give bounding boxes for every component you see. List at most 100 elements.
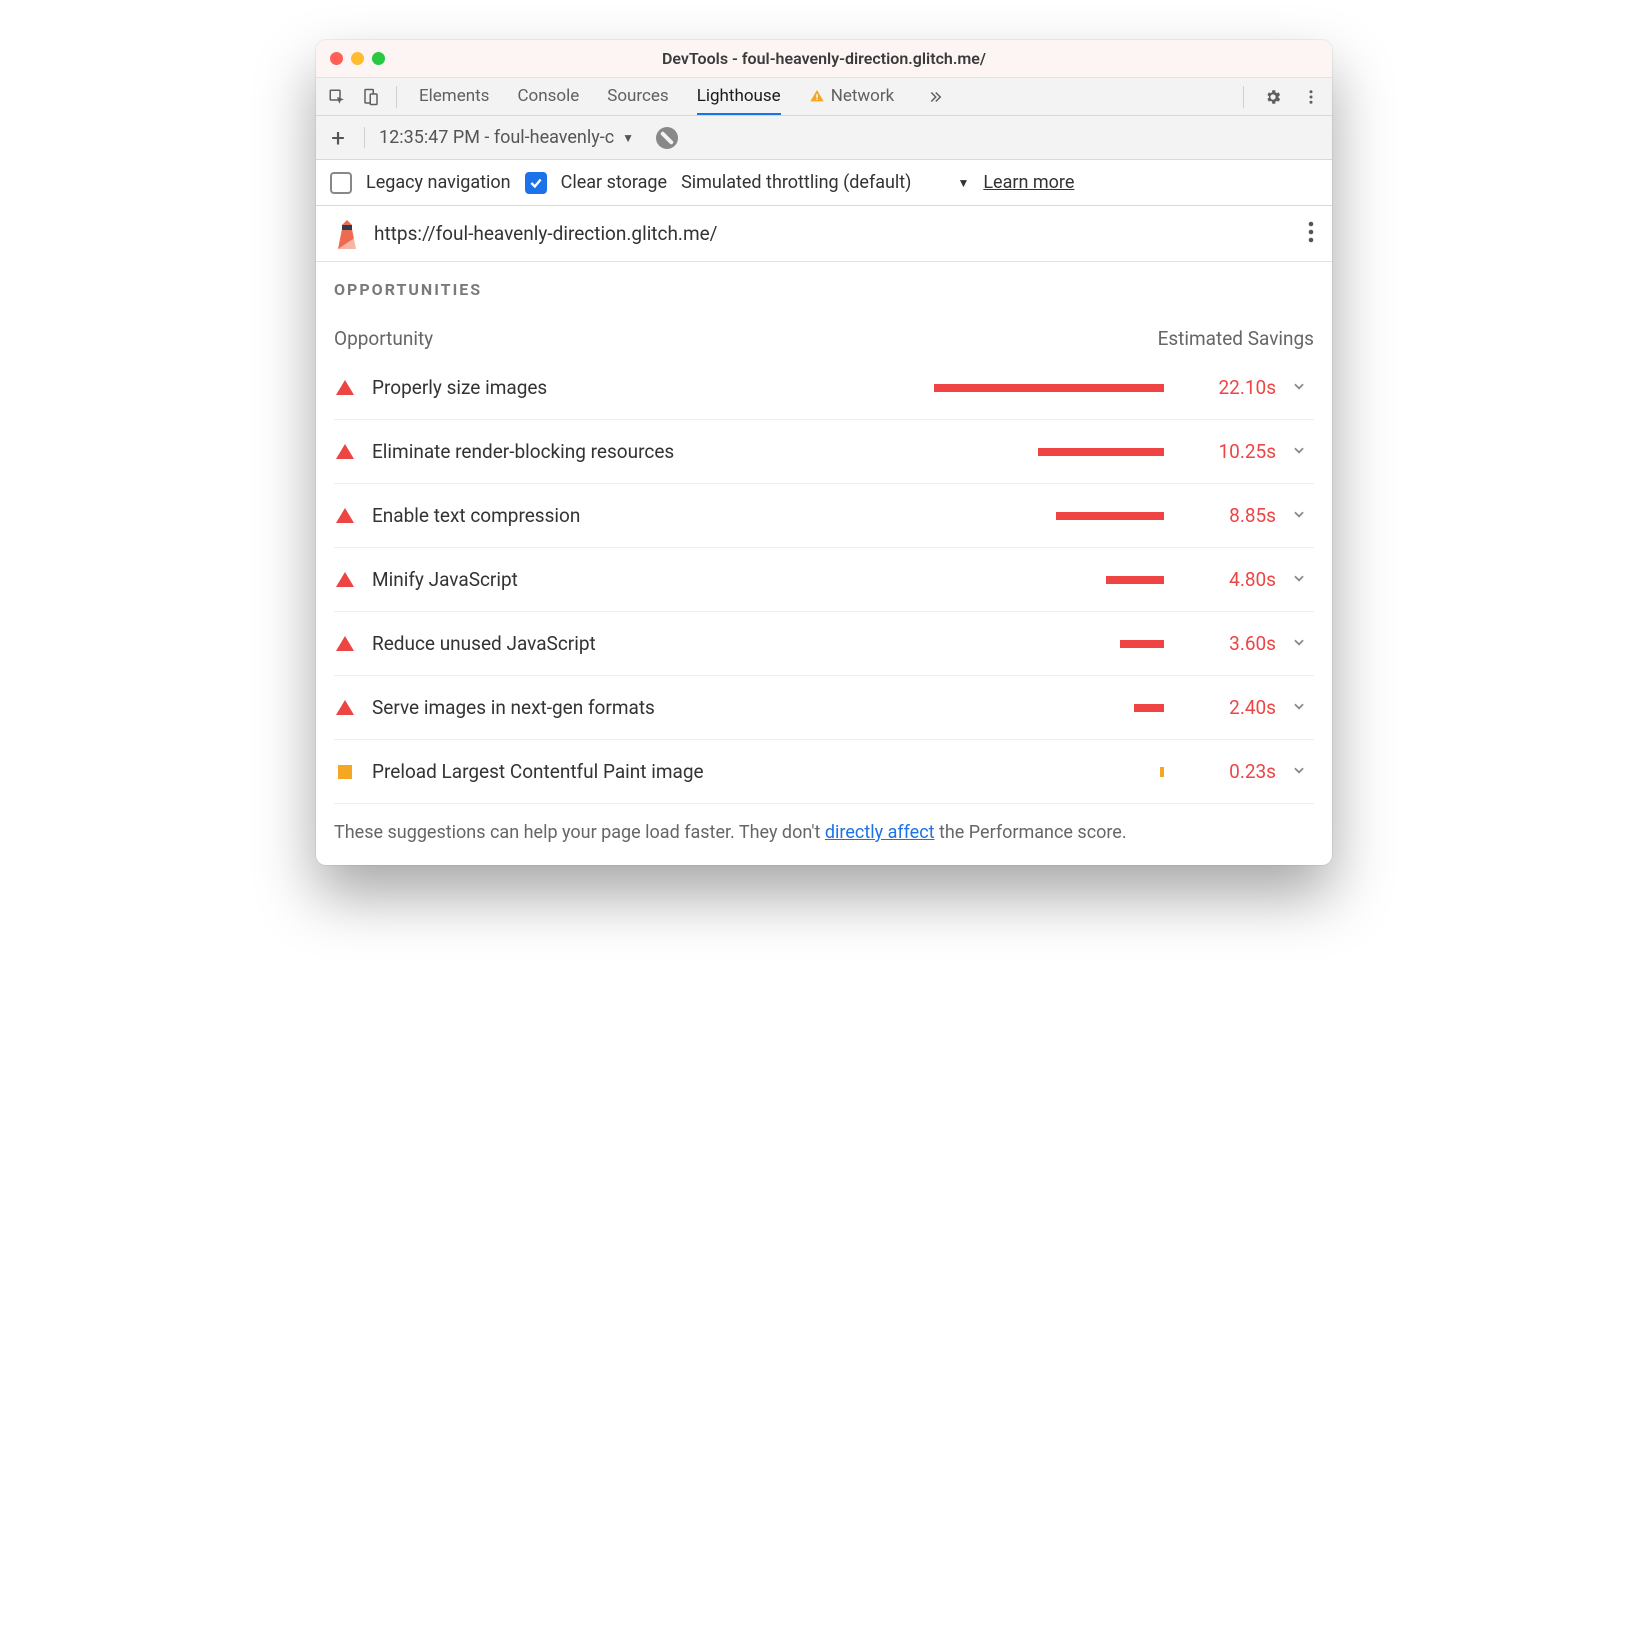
opportunity-label: Properly size images bbox=[372, 376, 547, 399]
opportunity-row[interactable]: Reduce unused JavaScript 3.60s bbox=[334, 612, 1314, 676]
clear-all-icon[interactable] bbox=[656, 127, 678, 149]
savings-value: 8.85s bbox=[1186, 504, 1276, 527]
tab-sources[interactable]: Sources bbox=[607, 78, 668, 115]
savings-bar bbox=[1160, 767, 1164, 777]
tabstrip-right bbox=[1239, 84, 1324, 110]
chevron-down-icon[interactable] bbox=[1292, 570, 1314, 589]
tab-elements[interactable]: Elements bbox=[419, 78, 489, 115]
savings-value: 0.23s bbox=[1186, 760, 1276, 783]
chevron-down-icon[interactable] bbox=[1292, 442, 1314, 461]
section-title: OPPORTUNITIES bbox=[334, 280, 1314, 299]
tab-lighthouse[interactable]: Lighthouse bbox=[697, 78, 781, 115]
window-title: DevTools - foul-heavenly-direction.glitc… bbox=[316, 49, 1332, 68]
chevron-down-icon[interactable] bbox=[1292, 762, 1314, 781]
learn-more-link[interactable]: Learn more bbox=[983, 172, 1074, 193]
dropdown-icon: ▼ bbox=[622, 131, 634, 145]
savings-bar bbox=[934, 384, 1164, 392]
legacy-navigation-label: Legacy navigation bbox=[366, 172, 511, 193]
savings-bar-wrap bbox=[690, 448, 1170, 456]
clear-storage-checkbox[interactable] bbox=[525, 172, 547, 194]
savings-bar-wrap bbox=[612, 640, 1170, 648]
savings-value: 10.25s bbox=[1186, 440, 1276, 463]
new-report-button[interactable]: + bbox=[326, 124, 350, 152]
chevron-down-icon[interactable] bbox=[1292, 506, 1314, 525]
lighthouse-icon bbox=[334, 219, 360, 249]
report-menu-icon[interactable] bbox=[1308, 221, 1314, 247]
devtools-tabstrip: Elements Console Sources Lighthouse Netw… bbox=[316, 78, 1332, 116]
throttling-label: Simulated throttling (default) bbox=[681, 172, 911, 193]
savings-bar-wrap bbox=[596, 512, 1170, 520]
panel-tabs: Elements Console Sources Lighthouse Netw… bbox=[419, 78, 948, 115]
opportunity-label: Preload Largest Contentful Paint image bbox=[372, 760, 704, 783]
inspect-element-icon[interactable] bbox=[324, 84, 350, 110]
fail-triangle-icon bbox=[334, 572, 356, 587]
fail-triangle-icon bbox=[334, 380, 356, 395]
throttling-dropdown-icon[interactable]: ▼ bbox=[957, 176, 969, 190]
savings-bar-wrap bbox=[720, 767, 1170, 777]
tab-label: Network bbox=[831, 86, 895, 106]
devtools-window: DevTools - foul-heavenly-direction.glitc… bbox=[316, 40, 1332, 865]
column-headers: Opportunity Estimated Savings bbox=[334, 327, 1314, 350]
savings-value: 4.80s bbox=[1186, 568, 1276, 591]
footnote-link[interactable]: directly affect bbox=[825, 822, 935, 843]
footnote-suffix: the Performance score. bbox=[935, 822, 1127, 843]
savings-bar-wrap bbox=[671, 704, 1170, 712]
more-tabs-icon[interactable] bbox=[922, 84, 948, 110]
clear-storage-label: Clear storage bbox=[561, 172, 667, 193]
kebab-menu-icon[interactable] bbox=[1298, 84, 1324, 110]
savings-bar-wrap bbox=[563, 384, 1170, 392]
opportunity-label: Enable text compression bbox=[372, 504, 580, 527]
savings-value: 3.60s bbox=[1186, 632, 1276, 655]
device-toolbar-icon[interactable] bbox=[358, 84, 384, 110]
warning-icon bbox=[809, 88, 825, 104]
opportunities-footnote: These suggestions can help your page loa… bbox=[334, 822, 1314, 843]
opportunity-label: Reduce unused JavaScript bbox=[372, 632, 596, 655]
opportunity-label: Serve images in next-gen formats bbox=[372, 696, 655, 719]
savings-bar bbox=[1120, 640, 1164, 648]
chevron-down-icon[interactable] bbox=[1292, 698, 1314, 717]
footnote-prefix: These suggestions can help your page loa… bbox=[334, 822, 825, 843]
tab-label: Elements bbox=[419, 86, 489, 106]
savings-value: 2.40s bbox=[1186, 696, 1276, 719]
tab-label: Console bbox=[517, 86, 579, 106]
tab-console[interactable]: Console bbox=[517, 78, 579, 115]
fail-triangle-icon bbox=[334, 700, 356, 715]
tab-label: Lighthouse bbox=[697, 86, 781, 106]
opportunity-row[interactable]: Properly size images 22.10s bbox=[334, 356, 1314, 420]
opportunity-label: Minify JavaScript bbox=[372, 568, 518, 591]
chevron-down-icon[interactable] bbox=[1292, 378, 1314, 397]
col-savings: Estimated Savings bbox=[1158, 327, 1314, 350]
titlebar: DevTools - foul-heavenly-direction.glitc… bbox=[316, 40, 1332, 78]
chevron-down-icon[interactable] bbox=[1292, 634, 1314, 653]
opportunity-row[interactable]: Eliminate render-blocking resources 10.25… bbox=[334, 420, 1314, 484]
fail-triangle-icon bbox=[334, 444, 356, 459]
lighthouse-settings-bar: Legacy navigation Clear storage Simulate… bbox=[316, 160, 1332, 206]
col-opportunity: Opportunity bbox=[334, 327, 433, 350]
opportunity-row[interactable]: Preload Largest Contentful Paint image 0.… bbox=[334, 740, 1314, 804]
report-selector[interactable]: 12:35:47 PM - foul-heavenly-c ▼ bbox=[364, 127, 634, 148]
legacy-navigation-checkbox[interactable] bbox=[330, 172, 352, 194]
report-url: https://foul-heavenly-direction.glitch.m… bbox=[374, 222, 718, 245]
average-square-icon bbox=[334, 765, 356, 779]
settings-icon[interactable] bbox=[1260, 84, 1286, 110]
savings-bar bbox=[1056, 512, 1164, 520]
report-selector-label: 12:35:47 PM - foul-heavenly-c bbox=[379, 127, 614, 148]
lighthouse-toolbar: + 12:35:47 PM - foul-heavenly-c ▼ bbox=[316, 116, 1332, 160]
tab-network[interactable]: Network bbox=[809, 78, 895, 115]
savings-bar-wrap bbox=[534, 576, 1170, 584]
savings-bar bbox=[1106, 576, 1164, 584]
opportunity-row[interactable]: Minify JavaScript 4.80s bbox=[334, 548, 1314, 612]
opportunities-section: OPPORTUNITIES Opportunity Estimated Savi… bbox=[316, 262, 1332, 865]
fail-triangle-icon bbox=[334, 508, 356, 523]
report-url-bar: https://foul-heavenly-direction.glitch.m… bbox=[316, 206, 1332, 262]
divider bbox=[396, 86, 397, 108]
fail-triangle-icon bbox=[334, 636, 356, 651]
opportunity-label: Eliminate render-blocking resources bbox=[372, 440, 674, 463]
opportunity-rows: Properly size images 22.10s Eliminate rend… bbox=[334, 356, 1314, 804]
savings-bar bbox=[1134, 704, 1164, 712]
opportunity-row[interactable]: Serve images in next-gen formats 2.40s bbox=[334, 676, 1314, 740]
opportunity-row[interactable]: Enable text compression 8.85s bbox=[334, 484, 1314, 548]
tab-label: Sources bbox=[607, 86, 668, 106]
divider bbox=[1243, 86, 1244, 108]
savings-value: 22.10s bbox=[1186, 376, 1276, 399]
